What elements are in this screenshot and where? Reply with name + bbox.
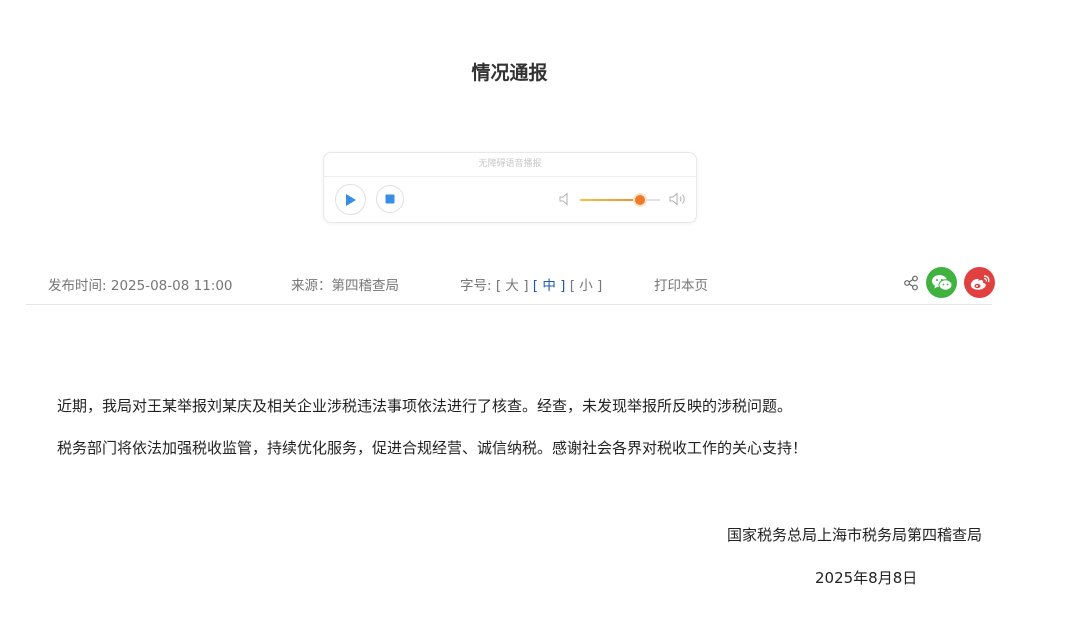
volume-high-icon[interactable] — [669, 192, 687, 206]
volume-handle[interactable] — [635, 195, 645, 205]
signature-date: 2025年8月8日 — [815, 569, 918, 587]
font-size-small[interactable]: [ 小 ] — [570, 278, 603, 294]
volume-fill — [580, 199, 640, 201]
stop-button[interactable] — [376, 185, 404, 213]
article-paragraph-1: 近期，我局对王某举报刘某庆及相关企业涉税违法事项依法进行了核查。经查，未发现举报… — [57, 397, 793, 415]
font-size-large[interactable]: [ 大 ] — [496, 278, 529, 294]
wechat-icon — [931, 274, 952, 291]
volume-low-icon[interactable] — [559, 192, 571, 206]
publish-time: 发布时间: 2025-08-08 11:00 — [48, 274, 233, 294]
play-button[interactable] — [335, 184, 366, 215]
weibo-icon — [970, 274, 989, 290]
article-meta-bar: 发布时间: 2025-08-08 11:00 来源：第四稽查局 字号: [ 大 … — [26, 262, 995, 305]
article-source: 来源：第四稽查局 — [291, 278, 399, 294]
font-size-medium[interactable]: [ 中 ] — [533, 278, 566, 294]
wechat-share-button[interactable] — [926, 267, 957, 298]
font-size-label: 字号: — [460, 278, 492, 294]
volume-slider[interactable] — [580, 195, 660, 205]
play-icon — [345, 193, 356, 206]
page-title: 情况通报 — [471, 62, 548, 84]
signature-organization: 国家税务总局上海市税务局第四稽查局 — [727, 526, 983, 544]
print-page-link[interactable]: 打印本页 — [654, 274, 708, 294]
player-header-label: 无障碍语音播报 — [324, 153, 696, 177]
publish-time-label: 发布时间: — [48, 278, 107, 294]
weibo-share-button[interactable] — [964, 267, 995, 298]
font-size-selector: 字号: [ 大 ] [ 中 ] [ 小 ] — [460, 274, 602, 294]
article-paragraph-2: 税务部门将依法加强税收监管，持续优化服务，促进合规经营、诚信纳税。感谢社会各界对… — [57, 439, 808, 457]
publish-time-value: 2025-08-08 11:00 — [110, 278, 233, 294]
share-icon[interactable] — [903, 275, 919, 291]
audio-player: 无障碍语音播报 — [323, 152, 697, 223]
stop-icon — [385, 194, 395, 204]
